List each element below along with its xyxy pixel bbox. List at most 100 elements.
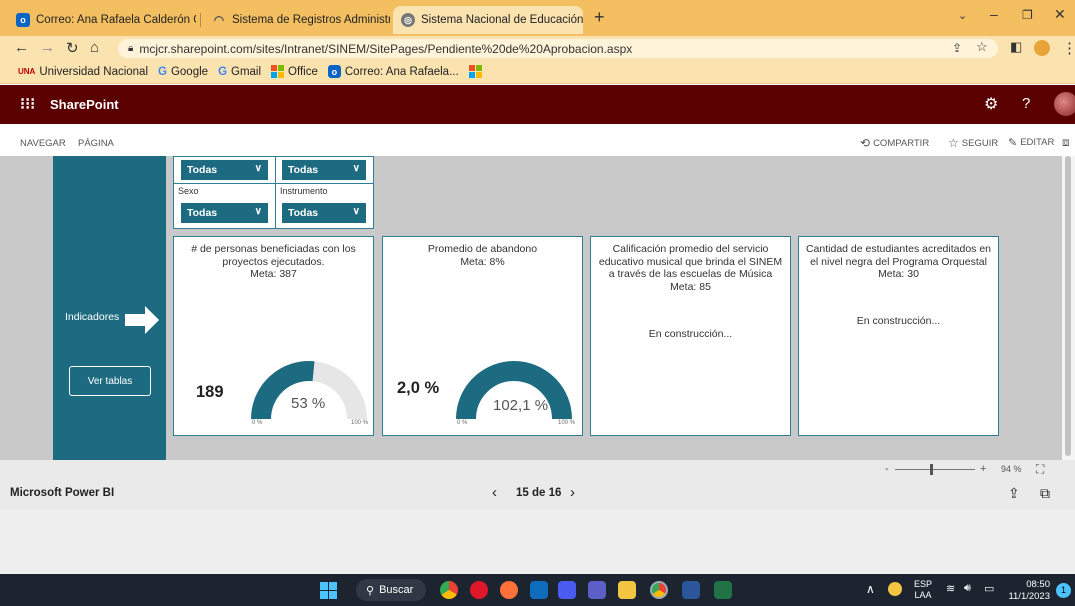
next-page-icon[interactable]: › — [570, 484, 575, 501]
restore-icon[interactable]: ❐ — [1022, 8, 1033, 22]
chrome-icon[interactable] — [440, 581, 458, 599]
share-page-icon[interactable]: ⇪ — [952, 41, 962, 55]
browser-tab-strip: o Correo: Ana Rafaela Calderón Ga ✕ ◠ Si… — [0, 0, 1075, 36]
forward-icon[interactable]: → — [40, 39, 55, 56]
follow-action[interactable]: ☆ SEGUIR — [948, 136, 998, 150]
video-call-icon[interactable] — [558, 581, 576, 599]
kpi-card-acreditados[interactable]: Cantidad de estudiantes acreditados en e… — [798, 236, 999, 436]
word-icon[interactable] — [682, 581, 700, 599]
filter-dropdown-2[interactable]: Todas ∨ — [282, 160, 366, 180]
taskbar-search[interactable]: ⚲ Buscar — [356, 579, 426, 601]
sidepanel-icon[interactable]: ◧ — [1010, 39, 1022, 55]
notification-badge[interactable]: 1 — [1056, 583, 1071, 598]
scrollbar-thumb[interactable] — [1065, 156, 1071, 456]
ver-tablas-button[interactable]: Ver tablas — [69, 366, 151, 396]
zoom-out-button[interactable]: - — [885, 463, 889, 475]
tab-sinem[interactable]: ◎ Sistema Nacional de Educación N ✕ — [393, 6, 583, 34]
office-icon — [271, 65, 285, 78]
clock[interactable]: 08:50 11/1/2023 — [1004, 579, 1050, 603]
focus-mode-icon[interactable]: ⧈ — [1062, 135, 1070, 150]
opera-icon[interactable] — [470, 581, 488, 599]
filter-dropdown-1[interactable]: Todas ∨ — [181, 160, 268, 180]
filters-panel: Todas ∨ Todas ∨ Sexo Instrumento Todas ∨… — [173, 156, 374, 229]
firefox-icon[interactable] — [500, 581, 518, 599]
bookmark-label: Office — [288, 65, 318, 78]
tab-separator — [200, 13, 201, 27]
windows-start-icon[interactable] — [320, 582, 337, 599]
instrumento-dropdown[interactable]: Todas ∨ — [282, 203, 366, 223]
new-tab-button[interactable]: + — [594, 7, 605, 28]
bookmark-google[interactable]: G Google — [158, 66, 208, 78]
bookmark-office[interactable]: Office — [271, 65, 318, 78]
construction-status: En construcción... — [856, 315, 941, 327]
wifi-icon[interactable]: ≋ — [946, 582, 955, 595]
kpi-card-beneficiadas[interactable]: # de personas beneficiadas con los proye… — [173, 236, 374, 436]
tab-list-icon[interactable]: ⌄ — [958, 9, 967, 22]
prev-page-icon[interactable]: ‹ — [492, 484, 497, 501]
edit-action[interactable]: ✎ EDITAR — [1008, 136, 1054, 149]
tab-title: Sistema Nacional de Educación N — [421, 14, 583, 26]
settings-gear-icon[interactable]: ⚙ — [984, 94, 998, 114]
lang-top: ESP — [914, 579, 933, 589]
office-icon — [468, 65, 482, 78]
fit-to-page-icon[interactable]: ⛶ — [1036, 462, 1044, 477]
minimize-icon[interactable]: – — [990, 6, 998, 22]
tray-chevron-icon[interactable]: ∧ — [866, 582, 875, 596]
powerbi-brand[interactable]: Microsoft Power BI — [10, 487, 114, 499]
page-indicator: 15 de 16 — [516, 487, 562, 499]
app-launcher-icon[interactable]: ⁝⁝⁝ — [20, 94, 35, 114]
weather-icon[interactable] — [888, 582, 902, 596]
share-action[interactable]: ⟲ COMPARTIR — [860, 136, 929, 150]
bookmark-label: Universidad Nacional — [39, 65, 149, 78]
home-icon[interactable]: ⌂ — [90, 39, 99, 56]
profile-avatar[interactable] — [1034, 40, 1050, 56]
zoom-slider-track[interactable] — [895, 469, 975, 470]
language-indicator[interactable]: ESP LAA — [914, 579, 932, 601]
menu-icon[interactable]: ⋮ — [1062, 39, 1075, 57]
zoom-in-button[interactable]: + — [980, 463, 986, 475]
back-icon[interactable]: ← — [14, 39, 29, 56]
tab-registros[interactable]: ◠ Sistema de Registros Administrat ✕ — [204, 6, 390, 34]
bookmark-office-2[interactable] — [468, 65, 482, 78]
bookmark-correo[interactable]: o Correo: Ana Rafaela... — [327, 65, 459, 78]
bookmark-universidad[interactable]: UNA Universidad Nacional — [18, 66, 148, 78]
user-avatar[interactable] — [1054, 92, 1075, 116]
window-close-icon[interactable]: ✕ — [1054, 6, 1066, 23]
chevron-down-icon: ∨ — [254, 206, 262, 217]
card-title-text: Cantidad de estudiantes acreditados en e… — [805, 243, 992, 268]
tab-correo[interactable]: o Correo: Ana Rafaela Calderón Ga ✕ — [8, 6, 196, 34]
edit-label: EDITAR — [1020, 137, 1055, 148]
indicadores-label: Indicadores — [65, 311, 120, 323]
bookmark-star-icon[interactable]: ☆ — [976, 39, 988, 55]
clock-date: 11/1/2023 — [1008, 591, 1050, 602]
bookmark-gmail[interactable]: G Gmail — [218, 66, 261, 78]
excel-icon[interactable] — [714, 581, 732, 599]
help-icon[interactable]: ? — [1022, 95, 1030, 112]
gauge-min: 0 % — [252, 420, 263, 426]
battery-icon[interactable]: ▭ — [984, 582, 994, 595]
sexo-dropdown[interactable]: Todas ∨ — [181, 203, 268, 223]
google-icon: G — [158, 65, 167, 78]
kpi-card-calificacion[interactable]: Calificación promedio del servicio educa… — [590, 236, 791, 436]
chrome-icon-2[interactable] — [650, 581, 668, 599]
open-external-icon[interactable]: ⧉ — [1040, 485, 1050, 502]
gauge-max: 100 % — [558, 420, 576, 426]
lock-icon: 🔒︎ — [128, 43, 134, 54]
file-explorer-icon[interactable] — [618, 581, 636, 599]
reload-icon[interactable]: ↻ — [66, 39, 79, 57]
sharepoint-header: ⁝⁝⁝ SharePoint ⚙ ? — [0, 85, 1075, 124]
ribbon-tab-navegar[interactable]: NAVEGAR — [20, 138, 66, 149]
teams-icon[interactable] — [588, 581, 606, 599]
volume-icon[interactable]: 🔊︎ — [964, 582, 971, 595]
tab-title: Sistema de Registros Administrat — [232, 14, 390, 26]
url-field[interactable]: 🔒︎ mcjcr.sharepoint.com/sites/Intranet/S… — [118, 39, 998, 58]
zoom-slider-thumb[interactable] — [930, 464, 933, 475]
mail-icon[interactable] — [530, 581, 548, 599]
share-report-icon[interactable]: ⇪ — [1008, 485, 1020, 502]
follow-label: SEGUIR — [961, 137, 999, 149]
sharepoint-brand[interactable]: SharePoint — [50, 97, 119, 112]
kpi-card-abandono[interactable]: Promedio de abandono Meta: 8% 2,0 % 102,… — [382, 236, 583, 436]
zoom-bar: - + 94 % ⛶ — [0, 460, 1075, 480]
vertical-scrollbar[interactable] — [1062, 156, 1075, 460]
ribbon-tab-pagina[interactable]: PÁGINA — [78, 138, 114, 149]
